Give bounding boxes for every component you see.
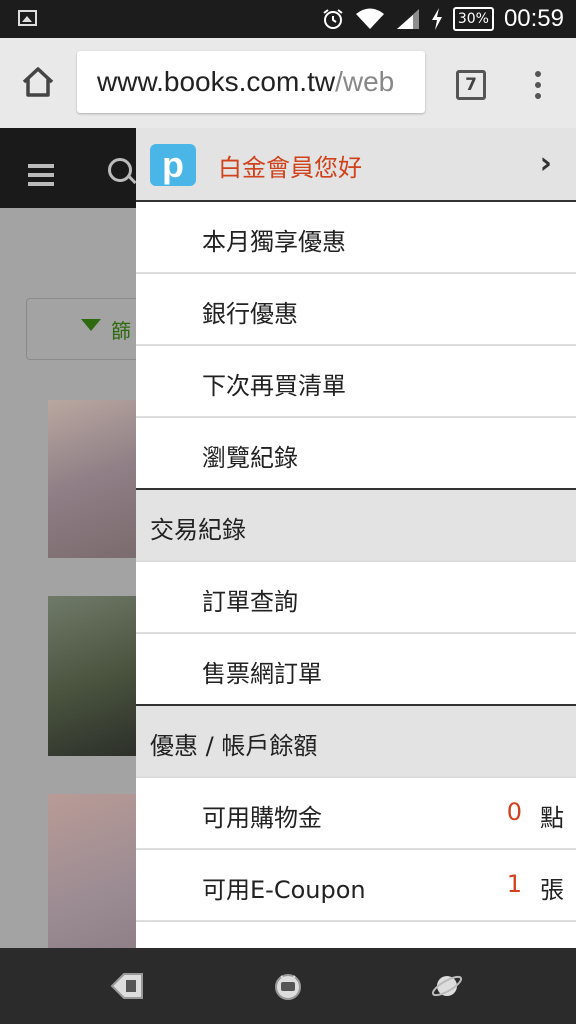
image-notification-icon (18, 10, 37, 26)
wifi-icon (355, 8, 384, 29)
balance-unit: 點 (540, 804, 564, 832)
battery-level: 30% (452, 7, 494, 31)
overflow-menu-icon[interactable] (530, 68, 546, 102)
url-host: www.books.com.tw (97, 66, 336, 97)
browser-toolbar: www.books.com.tw/web 7 (0, 38, 576, 128)
signal-icon (396, 9, 419, 29)
menu-item-label: 售票網訂單 (202, 660, 322, 688)
chevron-right-icon: › (539, 146, 552, 181)
book-cover[interactable] (48, 400, 138, 558)
status-icons: 30% 00:59 (321, 4, 564, 34)
tab-switcher-button[interactable]: 7 (456, 70, 486, 100)
menu-item-label: 銀行優惠 (202, 300, 298, 328)
member-header[interactable]: p 白金會員您好 › (136, 128, 576, 202)
hamburger-icon[interactable] (28, 164, 54, 191)
url-field[interactable]: www.books.com.tw/web (77, 51, 425, 113)
menu-item-wishlist[interactable]: 下次再買清單 (136, 346, 576, 418)
menu-item-monthly-deals[interactable]: 本月獨享優惠 (136, 202, 576, 274)
balance-count: 0 (506, 798, 522, 826)
filter-button[interactable]: 篩 (26, 298, 148, 360)
menu-item-label: 瀏覽紀錄 (202, 444, 298, 472)
back-icon[interactable] (110, 970, 144, 1002)
bottom-nav-bar (0, 948, 576, 1024)
p-logo-icon: p (150, 144, 196, 186)
menu-item-label: 訂單查詢 (202, 588, 298, 616)
filter-icon (81, 319, 101, 331)
url-path: /web (335, 66, 395, 97)
page-content: 篩 (0, 208, 148, 954)
section-label: 優惠 / 帳戶餘額 (150, 732, 318, 760)
search-icon[interactable] (108, 158, 132, 182)
section-header-trade: 交易紀錄 (136, 488, 576, 562)
alarm-icon (323, 9, 343, 29)
member-greeting: 白金會員您好 (218, 154, 362, 182)
balance-count: 1 (506, 870, 522, 898)
recent-apps-icon[interactable] (430, 970, 464, 1002)
menu-item-browse-history[interactable]: 瀏覽紀錄 (136, 418, 576, 490)
menu-item-label: 下次再買清單 (202, 372, 346, 400)
book-cover[interactable] (48, 794, 138, 954)
menu-item-label: 可用購物金 (202, 804, 322, 832)
balance-unit: 張 (540, 876, 564, 904)
section-label: 交易紀錄 (150, 516, 246, 544)
status-bar: 30% 00:59 (0, 0, 576, 38)
member-drawer: p 白金會員您好 › 本月獨享優惠 銀行優惠 下次再買清單 瀏覽紀錄 交易紀錄 … (136, 128, 576, 948)
menu-item-ticket-orders[interactable]: 售票網訂單 (136, 634, 576, 706)
section-header-balance: 優惠 / 帳戶餘額 (136, 704, 576, 778)
charging-icon (431, 8, 442, 30)
menu-item-shopping-credit[interactable]: 可用購物金 0 點 (136, 778, 576, 850)
menu-item-order-query[interactable]: 訂單查詢 (136, 562, 576, 634)
book-cover[interactable] (48, 596, 138, 756)
filter-label: 篩 (111, 319, 131, 343)
menu-item-label: 可用E-Coupon (202, 876, 366, 904)
home-icon[interactable] (271, 970, 305, 1002)
home-icon[interactable] (20, 64, 56, 100)
menu-item-ecoupon[interactable]: 可用E-Coupon 1 張 (136, 850, 576, 922)
clock: 00:59 (503, 5, 564, 32)
menu-item-bank-offers[interactable]: 銀行優惠 (136, 274, 576, 346)
menu-item-label: 本月獨享優惠 (202, 228, 346, 256)
